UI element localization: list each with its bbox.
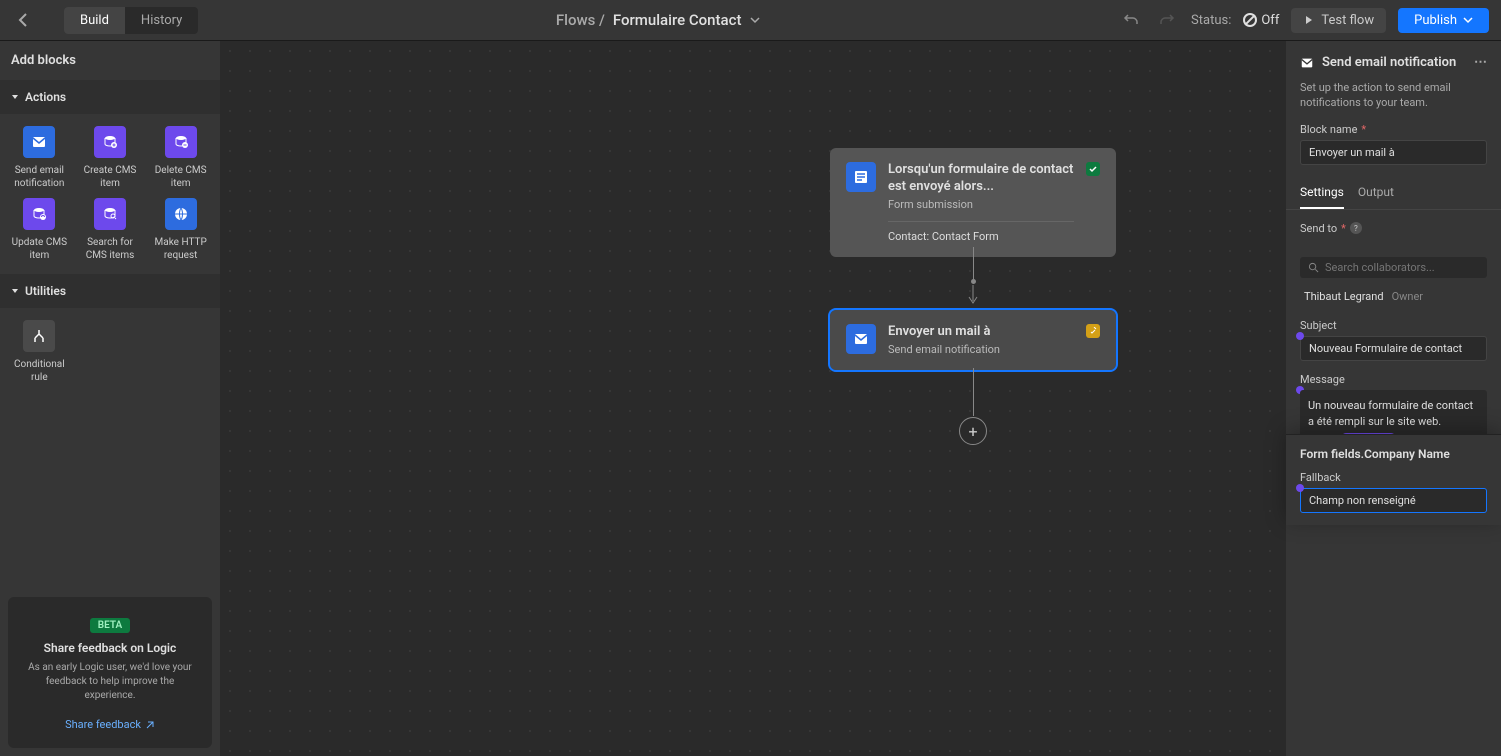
search-icon (1308, 262, 1319, 273)
collab-role: Owner (1392, 290, 1423, 303)
panel-title: Send email notification (1322, 55, 1456, 70)
more-button[interactable]: ⋯ (1474, 55, 1487, 70)
collaborator-item[interactable]: Thibaut Legrand Owner (1286, 284, 1501, 309)
token-popup: Form fields.Company Name Fallback (1286, 434, 1501, 525)
subject-input[interactable] (1300, 336, 1487, 361)
feedback-card: BETA Share feedback on Logic As an early… (8, 597, 212, 748)
search-input[interactable] (1325, 261, 1479, 274)
data-indicator-icon (1296, 332, 1304, 340)
send-to-label: Send to* ? (1300, 222, 1487, 235)
feedback-text: As an early Logic user, we'd love your f… (20, 661, 200, 703)
status-label: Status: (1191, 13, 1231, 28)
tab-history[interactable]: History (125, 7, 198, 34)
external-link-icon (145, 720, 155, 730)
block-name-input[interactable] (1300, 140, 1487, 165)
block-conditional[interactable]: Conditional rule (8, 320, 71, 384)
beta-badge: BETA (90, 618, 130, 633)
tab-build[interactable]: Build (64, 7, 125, 34)
trigger-title: Lorsqu'un formulaire de contact est envo… (888, 162, 1074, 196)
section-actions[interactable]: Actions (0, 80, 220, 114)
chevron-down-icon (1463, 15, 1473, 25)
feedback-title: Share feedback on Logic (20, 641, 200, 655)
block-search-cms[interactable]: Search for CMS items (79, 198, 142, 262)
chevron-down-icon (749, 14, 761, 26)
tab-output[interactable]: Output (1358, 177, 1394, 209)
breadcrumb[interactable]: Flows / Formulaire Contact (556, 11, 762, 29)
block-delete-cms[interactable]: Delete CMS item (149, 126, 212, 190)
database-minus-icon (165, 126, 197, 158)
back-button[interactable] (12, 8, 36, 32)
block-create-cms[interactable]: Create CMS item (79, 126, 142, 190)
arrow-down-icon (968, 285, 978, 305)
publish-button[interactable]: Publish (1398, 8, 1489, 33)
breadcrumb-name: Formulaire Contact (613, 11, 742, 29)
subject-label: Subject (1300, 319, 1487, 332)
redo-button[interactable] (1155, 8, 1179, 32)
branch-icon (23, 320, 55, 352)
message-label: Message (1300, 373, 1487, 386)
email-icon (846, 324, 876, 354)
flow-canvas[interactable]: Lorsqu'un formulaire de contact est envo… (220, 41, 1286, 756)
action-title: Envoyer un mail à (888, 324, 1074, 341)
popup-title: Form fields.Company Name (1300, 447, 1487, 461)
section-utilities[interactable]: Utilities (0, 274, 220, 308)
data-indicator-icon (1296, 484, 1304, 492)
block-name-label: Block name* (1300, 123, 1487, 136)
add-node-button[interactable]: + (959, 417, 987, 445)
collab-name: Thibaut Legrand (1304, 290, 1384, 303)
breadcrumb-prefix: Flows / (556, 11, 605, 29)
trigger-detail: Contact: Contact Form (888, 221, 1074, 243)
caret-down-icon (11, 287, 19, 295)
tab-settings[interactable]: Settings (1300, 177, 1344, 209)
trigger-node[interactable]: Lorsqu'un formulaire de contact est envo… (830, 148, 1116, 257)
share-feedback-link[interactable]: Share feedback (65, 718, 155, 731)
play-icon (1303, 14, 1315, 26)
panel-desc: Set up the action to send email notifica… (1286, 80, 1501, 123)
collaborator-search[interactable] (1300, 257, 1487, 278)
database-sync-icon (23, 198, 55, 230)
test-flow-button[interactable]: Test flow (1291, 8, 1386, 33)
fallback-input[interactable] (1300, 488, 1487, 513)
status-off-icon (1243, 13, 1257, 27)
block-update-cms[interactable]: Update CMS item (8, 198, 71, 262)
sidebar-title: Add blocks (0, 41, 220, 80)
database-search-icon (94, 198, 126, 230)
status-badge: Off (1243, 13, 1279, 28)
action-status-icon (1086, 324, 1100, 338)
fallback-label: Fallback (1300, 471, 1487, 484)
undo-button[interactable] (1119, 8, 1143, 32)
block-http[interactable]: Make HTTP request (149, 198, 212, 262)
trigger-status-icon (1086, 162, 1100, 176)
action-subtitle: Send email notification (888, 343, 1074, 356)
block-send-email[interactable]: Send email notification (8, 126, 71, 190)
trigger-subtitle: Form submission (888, 198, 1074, 211)
caret-down-icon (11, 93, 19, 101)
action-node[interactable]: Envoyer un mail à Send email notificatio… (830, 310, 1116, 370)
help-icon[interactable]: ? (1350, 222, 1362, 234)
form-icon (846, 162, 876, 192)
database-plus-icon (94, 126, 126, 158)
email-icon (23, 126, 55, 158)
globe-icon (165, 198, 197, 230)
email-icon (1300, 56, 1314, 70)
